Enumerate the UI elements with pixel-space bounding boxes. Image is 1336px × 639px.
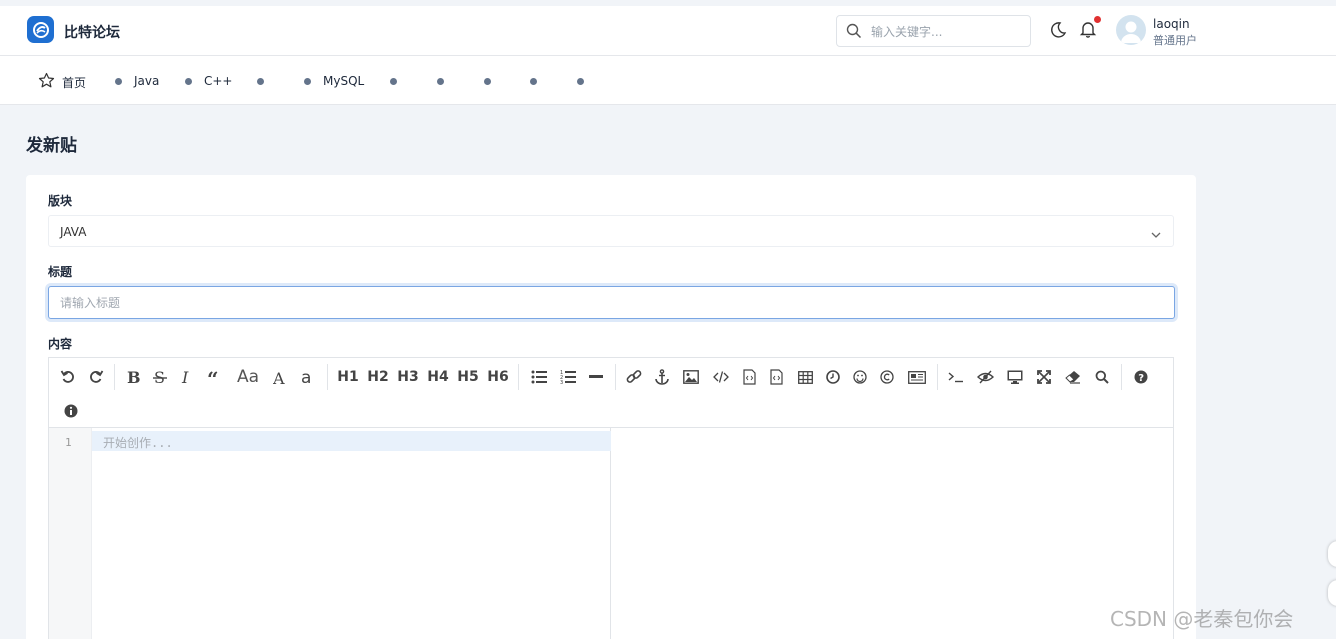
floating-side-button[interactable] bbox=[1328, 541, 1336, 567]
content-label: 内容 bbox=[48, 337, 73, 351]
anchor-icon[interactable] bbox=[653, 367, 671, 387]
page-title: 发新贴 bbox=[26, 136, 77, 156]
lowercase-icon[interactable]: a bbox=[300, 367, 314, 387]
nav-dot-icon[interactable] bbox=[484, 78, 491, 85]
undo-icon[interactable] bbox=[59, 367, 77, 387]
nav-dot-icon bbox=[115, 78, 122, 85]
font-size-icon[interactable]: Aa bbox=[235, 367, 261, 387]
bold-icon[interactable]: B bbox=[125, 367, 141, 387]
fullscreen-icon[interactable] bbox=[1035, 367, 1053, 387]
svg-text:B: B bbox=[127, 369, 140, 385]
search-input[interactable] bbox=[871, 22, 1021, 42]
ordered-list-icon[interactable]: 123 bbox=[559, 367, 577, 387]
star-icon[interactable] bbox=[38, 72, 55, 93]
title-field[interactable] bbox=[48, 286, 1175, 319]
heading-5-icon[interactable]: H5 bbox=[457, 367, 479, 387]
bell-icon[interactable] bbox=[1079, 20, 1097, 42]
board-select-value: JAVA bbox=[60, 225, 87, 239]
editor-toolbar: B S I “ Aa A a H1 H2 H3 H4 H5 H6 123 ? bbox=[49, 358, 1173, 428]
nav-item-cpp[interactable]: C++ bbox=[204, 74, 233, 88]
help-icon[interactable]: ? bbox=[1132, 367, 1150, 387]
svg-text:3: 3 bbox=[560, 380, 563, 384]
code-inline-icon[interactable] bbox=[712, 367, 730, 387]
redo-icon[interactable] bbox=[87, 367, 105, 387]
table-icon[interactable] bbox=[796, 367, 814, 387]
toolbar-divider bbox=[937, 364, 938, 390]
heading-1-icon[interactable]: H1 bbox=[337, 367, 359, 387]
hide-preview-icon[interactable] bbox=[976, 367, 994, 387]
post-form-card: 版块 JAVA 标题 内容 B S I “ Aa A a H1 H2 H3 H4… bbox=[26, 175, 1196, 639]
image-icon[interactable] bbox=[682, 367, 700, 387]
board-label: 版块 bbox=[48, 194, 73, 208]
toolbar-divider bbox=[518, 364, 519, 390]
notification-badge bbox=[1094, 16, 1101, 23]
heading-3-icon[interactable]: H3 bbox=[397, 367, 419, 387]
link-icon[interactable] bbox=[625, 367, 643, 387]
copyright-icon[interactable] bbox=[878, 367, 896, 387]
nav-dot-icon bbox=[304, 78, 311, 85]
code-preformatted-icon[interactable] bbox=[768, 367, 784, 387]
heading-6-icon[interactable]: H6 bbox=[487, 367, 509, 387]
line-number-gutter: 1 bbox=[49, 428, 92, 639]
svg-text:“: “ bbox=[207, 370, 219, 384]
search-icon[interactable] bbox=[1093, 367, 1111, 387]
monitor-icon[interactable] bbox=[1006, 367, 1024, 387]
svg-text:A: A bbox=[273, 369, 285, 385]
svg-text:I: I bbox=[181, 369, 189, 385]
floating-side-button[interactable] bbox=[1328, 580, 1336, 606]
user-role: 普通用户 bbox=[1153, 34, 1197, 47]
unordered-list-icon[interactable] bbox=[530, 367, 548, 387]
nav-dot-icon[interactable] bbox=[530, 78, 537, 85]
terminal-icon[interactable] bbox=[947, 367, 965, 387]
strikethrough-icon[interactable]: S bbox=[152, 367, 168, 387]
category-nav: 首页 Java C++ MySQL bbox=[0, 56, 1336, 105]
svg-text:?: ? bbox=[1138, 373, 1144, 384]
nav-dot-icon[interactable] bbox=[390, 78, 397, 85]
title-input[interactable] bbox=[60, 294, 1160, 312]
heading-4-icon[interactable]: H4 bbox=[427, 367, 449, 387]
line-number: 1 bbox=[65, 436, 72, 449]
horizontal-rule-icon[interactable] bbox=[587, 367, 605, 387]
toolbar-divider bbox=[1121, 364, 1122, 390]
nav-dot-icon[interactable] bbox=[257, 78, 264, 85]
emoji-icon[interactable] bbox=[851, 367, 869, 387]
nav-item-java[interactable]: Java bbox=[134, 74, 159, 88]
info-icon[interactable] bbox=[62, 401, 80, 421]
board-select[interactable]: JAVA bbox=[48, 215, 1174, 247]
title-label: 标题 bbox=[48, 265, 73, 279]
watermark: CSDN @老秦包你会 bbox=[1110, 607, 1294, 631]
heading-2-icon[interactable]: H2 bbox=[367, 367, 389, 387]
quote-icon[interactable]: “ bbox=[206, 367, 224, 387]
search-icon bbox=[846, 23, 862, 43]
markdown-input-area[interactable]: 开始创作... bbox=[92, 428, 611, 639]
brand-name[interactable]: 比特论坛 bbox=[64, 22, 120, 42]
search-box[interactable] bbox=[836, 15, 1031, 47]
header: 比特论坛 laoqin 普通用户 bbox=[0, 6, 1336, 56]
markdown-editor: B S I “ Aa A a H1 H2 H3 H4 H5 H6 123 ? 1… bbox=[48, 357, 1174, 639]
avatar[interactable] bbox=[1116, 15, 1146, 45]
nav-dot-icon[interactable] bbox=[437, 78, 444, 85]
chevron-down-icon bbox=[1150, 226, 1162, 245]
moon-icon[interactable] bbox=[1049, 21, 1067, 43]
user-name[interactable]: laoqin bbox=[1153, 17, 1190, 31]
markdown-preview-pane bbox=[611, 428, 1173, 639]
italic-icon[interactable]: I bbox=[180, 367, 194, 387]
nav-dot-icon bbox=[185, 78, 192, 85]
toolbar-divider bbox=[615, 364, 616, 390]
svg-text:S: S bbox=[154, 369, 165, 385]
toolbar-divider bbox=[114, 364, 115, 390]
nav-item-mysql[interactable]: MySQL bbox=[323, 74, 364, 88]
nav-dot-icon[interactable] bbox=[577, 78, 584, 85]
svg-text:a: a bbox=[301, 369, 311, 385]
uppercase-icon[interactable]: A bbox=[272, 367, 288, 387]
nav-item-home[interactable]: 首页 bbox=[62, 74, 86, 91]
eraser-icon[interactable] bbox=[1064, 367, 1082, 387]
datetime-icon[interactable] bbox=[824, 367, 842, 387]
logo-icon[interactable] bbox=[27, 16, 54, 43]
code-block-icon[interactable] bbox=[741, 367, 757, 387]
pagebreak-icon[interactable] bbox=[907, 367, 927, 387]
toolbar-divider bbox=[327, 364, 328, 390]
editor-placeholder: 开始创作... bbox=[103, 436, 173, 450]
